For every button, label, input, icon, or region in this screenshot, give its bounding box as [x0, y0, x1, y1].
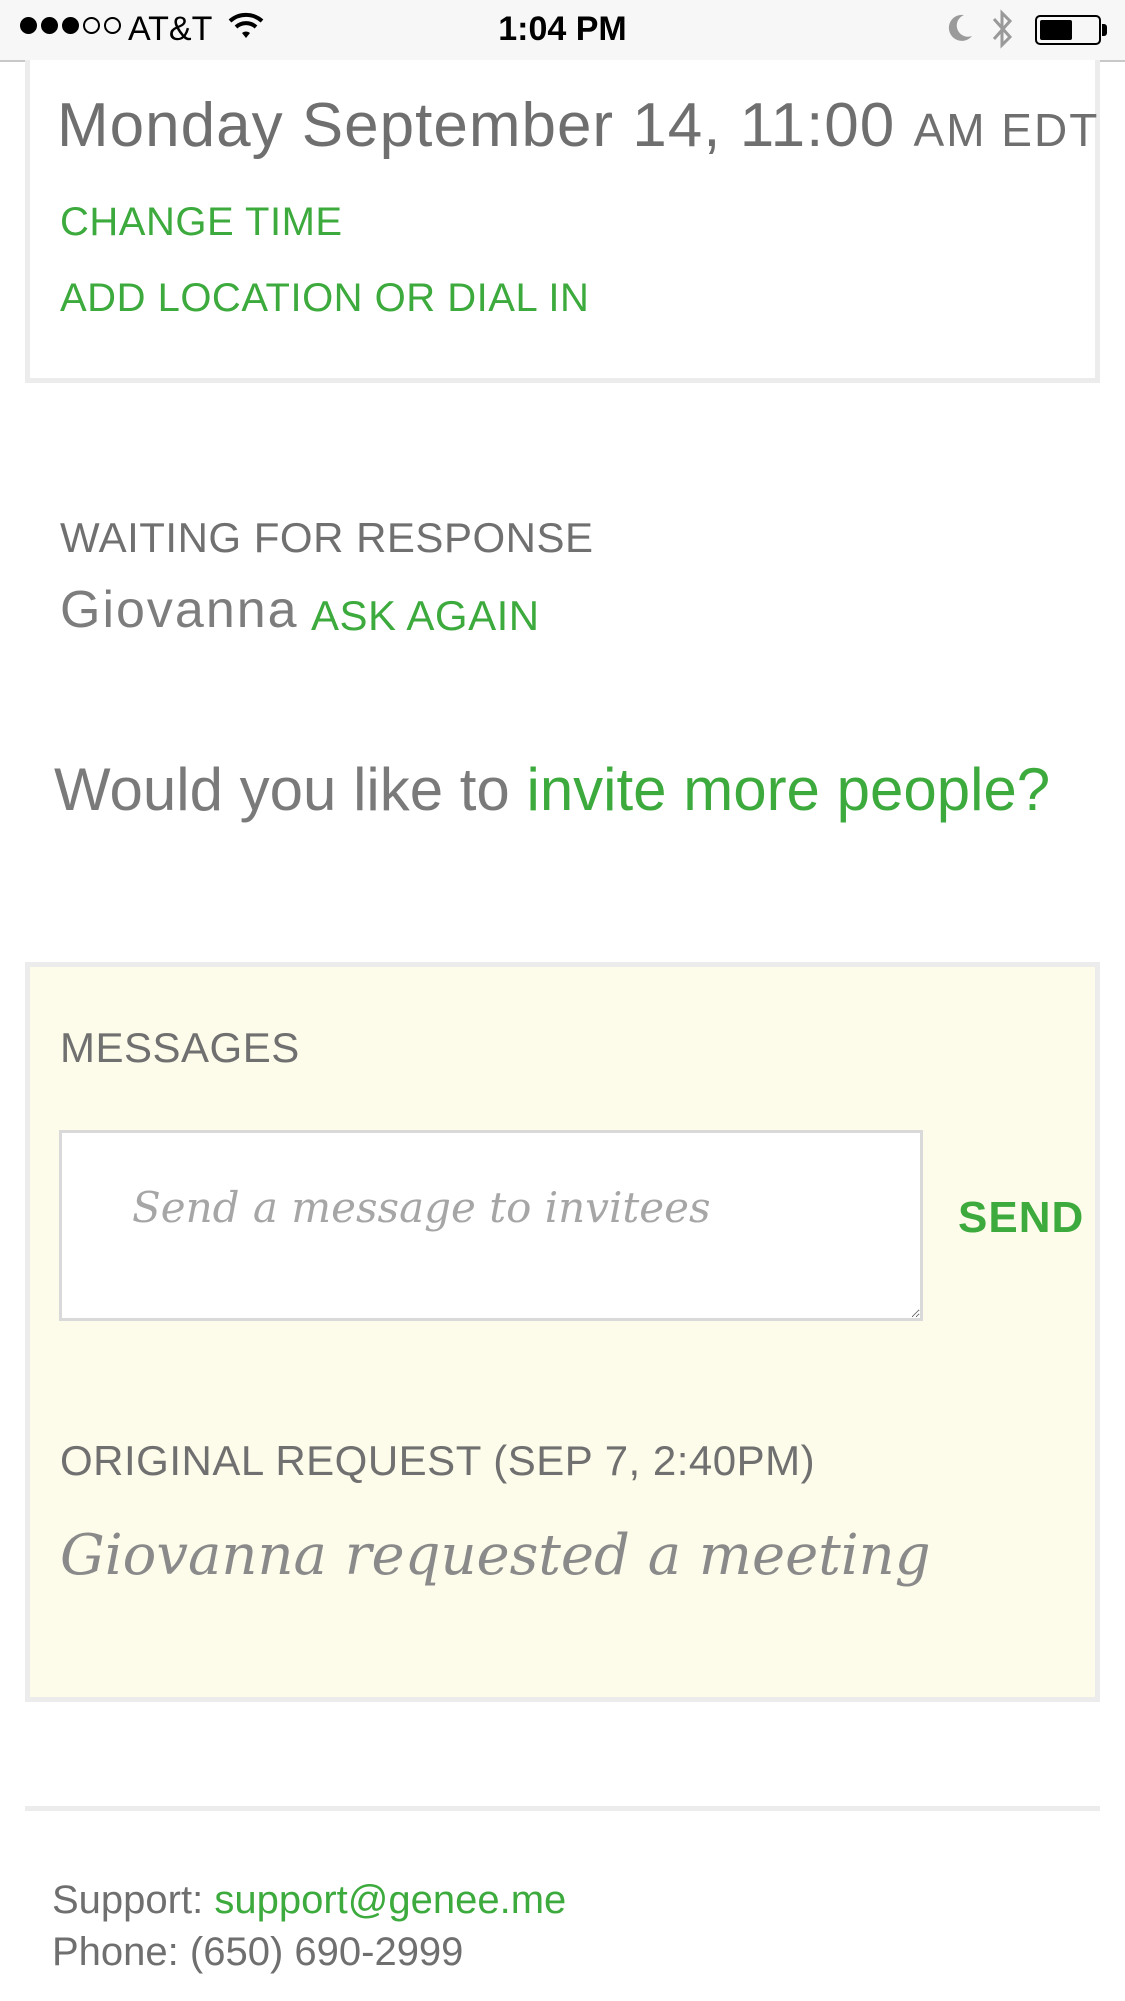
- original-request-label: ORIGINAL REQUEST (SEP 7, 2:40PM): [60, 1437, 816, 1484]
- meeting-date: Monday September 14, 11:00: [57, 91, 896, 160]
- original-request-text: Giovanna requested a meeting: [60, 1523, 931, 1588]
- meeting-datetime: Monday September 14, 11:00 AM EDT: [57, 90, 1099, 161]
- invite-prompt-text: Would you like to: [54, 756, 527, 823]
- invite-prompt: Would you like to invite more people?: [54, 755, 1050, 824]
- change-time-link[interactable]: CHANGE TIME: [60, 200, 343, 245]
- battery-icon: [1035, 15, 1101, 45]
- moon-icon: [944, 12, 974, 49]
- meeting-timezone: AM EDT: [913, 104, 1100, 156]
- phone-line: Phone: (650) 690-2999: [52, 1930, 464, 1974]
- meeting-time-card: Monday September 14, 11:00 AM EDT CHANGE…: [25, 60, 1100, 383]
- ask-again-link[interactable]: ASK AGAIN: [311, 592, 540, 640]
- message-input[interactable]: [59, 1130, 923, 1321]
- support-email-link[interactable]: support@genee.me: [214, 1878, 566, 1922]
- add-location-link[interactable]: ADD LOCATION OR DIAL IN: [60, 276, 589, 321]
- battery-tip: [1102, 24, 1107, 36]
- send-button[interactable]: SEND: [958, 1193, 1084, 1243]
- support-line: Support: support@genee.me: [52, 1878, 566, 1923]
- footer-divider: [25, 1806, 1100, 1811]
- messages-panel: MESSAGES SEND ORIGINAL REQUEST (SEP 7, 2…: [25, 962, 1100, 1702]
- waiting-heading: WAITING FOR RESPONSE: [60, 514, 594, 561]
- messages-heading: MESSAGES: [60, 1024, 300, 1071]
- invitee-name: Giovanna: [60, 581, 299, 639]
- status-bar: AT&T 1:04 PM: [0, 0, 1125, 62]
- bluetooth-icon: [990, 8, 1016, 55]
- support-label: Support:: [52, 1878, 215, 1922]
- invite-more-link[interactable]: invite more people?: [526, 756, 1050, 823]
